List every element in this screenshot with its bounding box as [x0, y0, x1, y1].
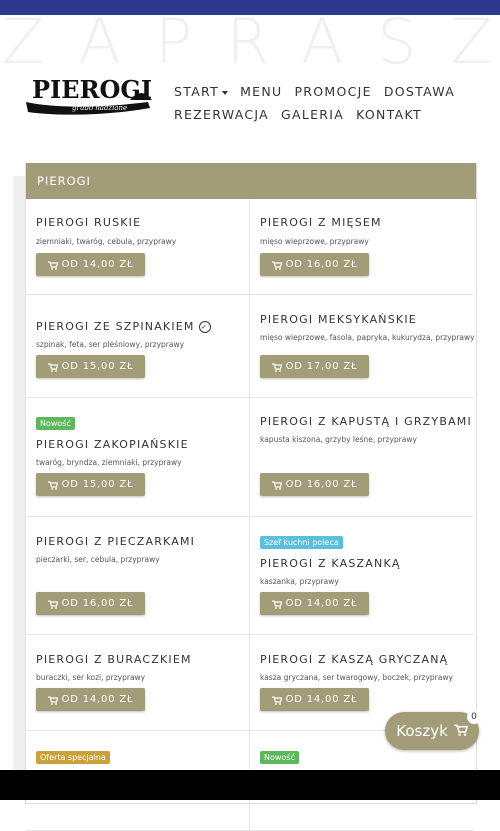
menu-item-z-miesem: PIEROGI Z MIĘSEM mięso wieprzowe, przypr… — [250, 199, 474, 295]
cart-icon — [271, 599, 282, 609]
main-nav: START MENU PROMOCJE DOSTAWA REZERWACJA G… — [174, 80, 494, 126]
menu-item-ze-szpinakiem: PIEROGI ZE SZPINAKIEM ✓ szpinak, feta, se… — [26, 295, 250, 398]
item-title: PIEROGI Z KASZANKĄ — [260, 557, 401, 570]
item-title: PIEROGI Z MIĘSEM — [260, 216, 382, 229]
item-desc: szpinak, feta, ser pleśniowy, przyprawy — [36, 340, 185, 349]
new-badge: Nowość — [36, 417, 75, 430]
cart-icon — [271, 260, 282, 270]
watermark-text: ZAPRASZ — [2, 12, 500, 72]
section-title: PIEROGI — [26, 163, 476, 199]
nav-kontakt[interactable]: KONTAKT — [356, 107, 422, 122]
add-to-cart-button[interactable]: OD 15,00 ZŁ — [36, 355, 145, 378]
logo-tagline: grubo nadziane — [72, 104, 127, 112]
nav-start[interactable]: START — [174, 84, 229, 99]
menu-item-z-buraczkiem: PIEROGI Z BURACZKIEM buraczki, ser kozi,… — [26, 635, 250, 731]
logo[interactable]: PIEROGI grubo nadziane — [24, 72, 154, 124]
cart-icon — [47, 480, 58, 490]
menu-item-z-pieczarkami: PIEROGI Z PIECZARKAMI pieczarki, ser, ce… — [26, 517, 250, 635]
cart-icon — [47, 260, 58, 270]
add-to-cart-button[interactable]: OD 14,00 ZŁ — [36, 688, 145, 711]
item-title: PIEROGI Z KAPUSTĄ I GRZYBAMI — [260, 415, 472, 428]
item-title: PIEROGI RUSKIE — [36, 216, 142, 229]
cart-icon — [271, 480, 282, 490]
item-title: PIEROGI Z PIECZARKAMI — [36, 535, 196, 548]
cart-icon — [271, 695, 282, 705]
add-to-cart-button[interactable]: OD 14,00 ZŁ — [260, 592, 369, 615]
add-to-cart-button[interactable]: OD 14,00 ZŁ — [36, 253, 145, 276]
menu-item-zakopianskie: Nowość PIEROGI ZAKOPIAŃSKIE twaróg, bryn… — [26, 398, 250, 517]
cart-icon — [271, 362, 282, 372]
add-to-cart-button[interactable]: OD 16,00 ZŁ — [260, 473, 369, 496]
nav-galeria[interactable]: GALERIA — [281, 107, 344, 122]
cart-label: Koszyk — [396, 722, 448, 740]
item-desc: mięso wieprzowe, fasola, papryka, kukury… — [260, 333, 475, 342]
item-desc: mięso wieprzowe, przyprawy — [260, 237, 369, 246]
item-title: PIEROGI ZE SZPINAKIEM ✓ — [36, 320, 211, 333]
add-to-cart-button[interactable]: OD 14,00 ZŁ — [260, 688, 369, 711]
new-badge: Nowość — [260, 751, 299, 764]
menu-item-meksykanskie: PIEROGI MEKSYKAŃSKIE mięso wieprzowe, fa… — [250, 295, 475, 398]
item-title: PIEROGI Z BURACZKIEM — [36, 653, 192, 666]
add-to-cart-button[interactable]: OD 16,00 ZŁ — [36, 592, 145, 615]
item-desc: kapusta kiszona, grzyby leśne, przyprawy — [260, 435, 417, 444]
chef-recommends-badge: Szef kuchni poleca — [260, 536, 343, 549]
item-desc: twaróg, bryndza, ziemniaki, przyprawy — [36, 458, 182, 467]
chevron-down-icon — [222, 90, 229, 95]
item-desc: buraczki, ser kozi, przyprawy — [36, 673, 146, 682]
logo-graphic: PIEROGI grubo nadziane — [26, 75, 152, 115]
side-shadow — [13, 176, 25, 776]
menu-item-z-kaszanka: Szef kuchni poleca PIEROGI Z KASZANKĄ ka… — [250, 517, 474, 635]
cart-icon — [47, 362, 58, 372]
item-desc: kaszanka, przyprawy — [260, 577, 339, 586]
menu-item-z-kapusta: PIEROGI Z KAPUSTĄ I GRZYBAMI kapusta kis… — [250, 398, 474, 517]
cart-count-badge: 0 — [467, 710, 481, 724]
bottom-bar — [0, 770, 500, 800]
cart-icon — [47, 599, 58, 609]
cart-icon — [47, 695, 58, 705]
menu-item-ruskie: PIEROGI RUSKIE ziemniaki, twaróg, cebula… — [26, 199, 250, 295]
item-desc: kasza gryczana, ser twarogowy, boczek, p… — [260, 673, 453, 682]
nav-rezerwacja[interactable]: REZERWACJA — [174, 107, 269, 122]
nav-dostawa[interactable]: DOSTAWA — [384, 84, 455, 99]
add-to-cart-button[interactable]: OD 15,00 ZŁ — [36, 473, 145, 496]
nav-promocje[interactable]: PROMOCJE — [294, 84, 371, 99]
item-desc: pieczarki, ser, cebula, przyprawy — [36, 555, 160, 564]
item-desc: ziemniaki, twaróg, cebula, przyprawy — [36, 237, 177, 246]
item-title: PIEROGI Z KASZĄ GRYCZANĄ — [260, 653, 449, 666]
nav-menu[interactable]: MENU — [240, 84, 282, 99]
cart-button[interactable]: Koszyk 0 — [385, 710, 481, 750]
item-title: PIEROGI ZAKOPIAŃSKIE — [36, 438, 189, 451]
item-title: PIEROGI MEKSYKAŃSKIE — [260, 313, 417, 326]
vegetarian-leaf-icon: ✓ — [198, 321, 211, 333]
special-offer-badge: Oferta specjalna — [36, 751, 110, 764]
add-to-cart-button[interactable]: OD 17,00 ZŁ — [260, 355, 369, 378]
cart-icon — [454, 722, 468, 740]
add-to-cart-button[interactable]: OD 16,00 ZŁ — [260, 253, 369, 276]
menu-panel: PIEROGI PIEROGI RUSKIE ziemniaki, twaróg… — [25, 163, 477, 831]
